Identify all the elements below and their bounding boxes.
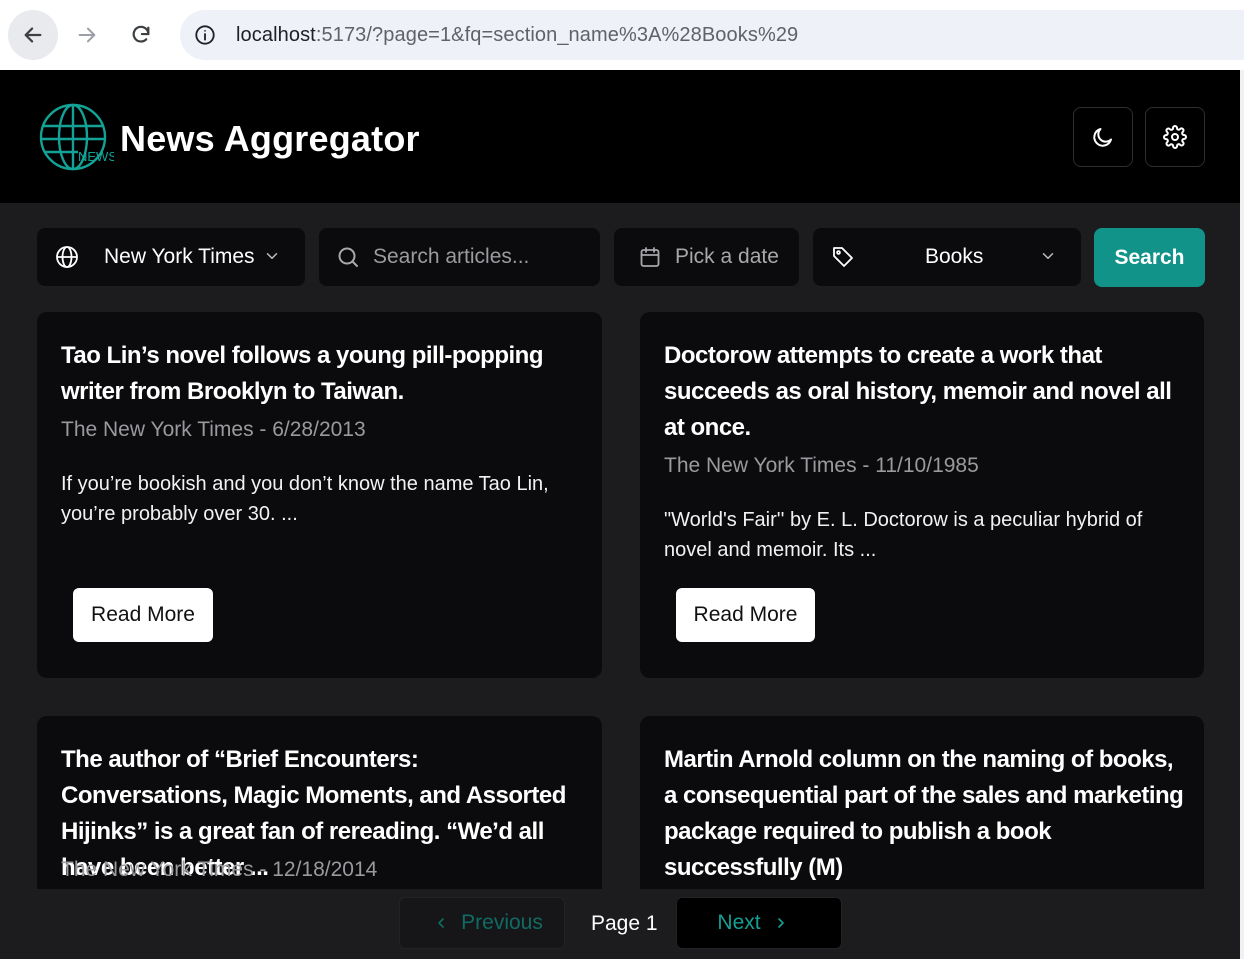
search-icon	[336, 245, 360, 269]
tag-icon	[831, 245, 855, 269]
site-info-icon[interactable]	[194, 24, 216, 46]
date-picker[interactable]: Pick a date	[614, 228, 799, 286]
reload-icon	[132, 25, 150, 43]
app-title: News Aggregator	[120, 118, 420, 159]
browser-back-button[interactable]	[8, 10, 58, 60]
date-picker-placeholder: Pick a date	[675, 245, 779, 268]
article-title: Tao Lin’s novel follows a young pill-pop…	[61, 342, 543, 405]
url-text: localhost:5173/?page=1&fq=section_name%3…	[236, 23, 799, 46]
page-scrollbar[interactable]	[1240, 70, 1244, 959]
chevron-right-icon	[773, 915, 789, 931]
browser-toolbar: localhost:5173/?page=1&fq=section_name%3…	[0, 0, 1244, 70]
article-card: Tao Lin’s novel follows a young pill-pop…	[37, 312, 602, 678]
source-select-value: New York Times	[104, 245, 255, 268]
search-input-placeholder: Search articles...	[373, 245, 530, 268]
article-card: Doctorow attempts to create a work that …	[640, 312, 1204, 678]
theme-toggle-button[interactable]	[1073, 107, 1133, 167]
arrow-left-icon	[24, 27, 42, 43]
previous-label: Previous	[461, 911, 543, 934]
address-bar[interactable]: localhost:5173/?page=1&fq=section_name%3…	[180, 10, 1244, 60]
chevron-down-icon	[263, 247, 281, 265]
globe-news-logo-icon: NEWS	[38, 102, 117, 174]
browser-forward-button[interactable]	[62, 10, 112, 60]
article-description: If you’re bookish and you don’t know the…	[61, 473, 549, 525]
chevron-left-icon	[433, 915, 449, 931]
moon-icon	[1093, 128, 1112, 147]
svg-text:NEWS: NEWS	[78, 149, 114, 164]
next-label: Next	[717, 911, 761, 934]
source-select[interactable]: New York Times	[37, 228, 305, 286]
article-title: Doctorow attempts to create a work that …	[664, 342, 1172, 441]
arrow-right-icon	[78, 27, 96, 43]
gear-icon	[1163, 125, 1187, 149]
article-description: "World's Fair'' by E. L. Doctorow is a p…	[664, 509, 1143, 561]
read-more-button[interactable]: Read More	[676, 588, 815, 642]
browser-reload-button[interactable]	[116, 10, 166, 60]
article-meta: The New York Times - 11/10/1985	[664, 454, 979, 477]
calendar-icon	[638, 245, 662, 269]
article-meta: The New York Times - 6/28/2013	[61, 418, 366, 441]
read-more-button[interactable]: Read More	[73, 588, 213, 642]
page-indicator: Page 1	[591, 912, 658, 935]
section-select[interactable]: Books	[813, 228, 1081, 286]
article-card: The author of “Brief Encounters: Convers…	[37, 716, 602, 916]
app-header: NEWS News Aggregator	[0, 70, 1240, 203]
settings-button[interactable]	[1145, 107, 1205, 167]
article-card: Martin Arnold column on the naming of bo…	[640, 716, 1204, 916]
chevron-down-icon	[1039, 247, 1057, 265]
globe-icon	[55, 245, 79, 269]
article-meta: The New York Times - 12/18/2014	[61, 858, 378, 881]
next-page-button[interactable]: Next	[676, 897, 842, 949]
section-select-value: Books	[925, 245, 984, 268]
previous-page-button[interactable]: Previous	[399, 897, 565, 949]
article-title: Martin Arnold column on the naming of bo…	[664, 746, 1184, 881]
search-input[interactable]: Search articles...	[319, 228, 600, 286]
search-button[interactable]: Search	[1094, 228, 1205, 287]
